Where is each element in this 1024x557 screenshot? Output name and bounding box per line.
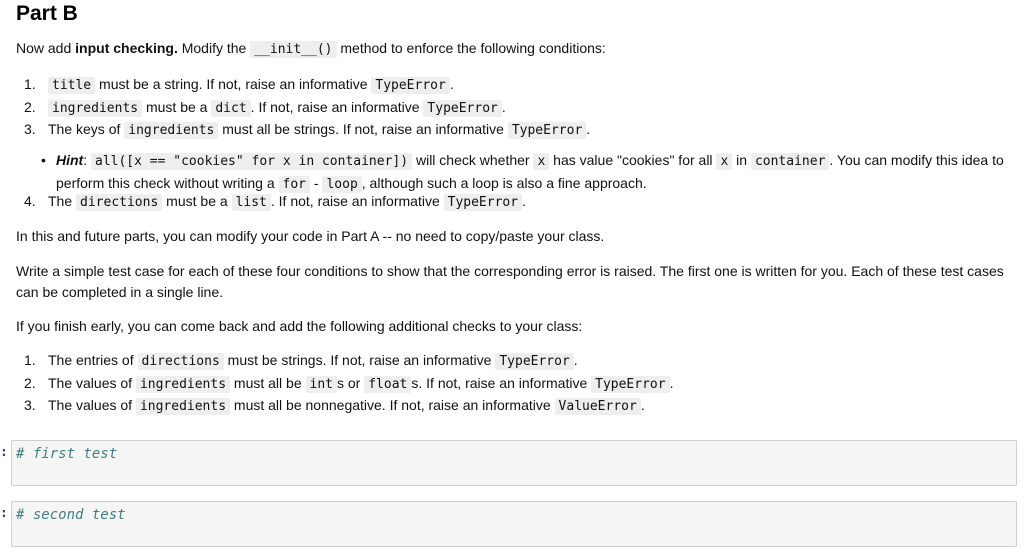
code-cell-second-test[interactable]: # second test: [11, 501, 1017, 547]
condition-item: 1. title must be a string. If not, raise …: [24, 76, 454, 94]
part-a-paragraph: In this and future parts, you can modify…: [16, 228, 605, 244]
conditions-list-continued: 4. The directions must be a list. If not,…: [24, 191, 526, 214]
bullet-icon: •: [41, 152, 46, 168]
extra-check-item: 1. The entries of directions must be stri…: [24, 352, 578, 370]
extra-checks-list: 1. The entries of directions must be stri…: [24, 350, 673, 418]
hint-bullet: • Hint: all([x == "cookies" for x in con…: [41, 152, 1004, 193]
intro-bold: input checking.: [75, 40, 178, 56]
section-heading: Part B: [16, 2, 78, 25]
condition-item: 4. The directions must be a list. If not,…: [24, 193, 526, 211]
code-comment[interactable]: # second test: [16, 507, 126, 523]
condition-item: 2. ingredients must be a dict. If not, ra…: [24, 98, 506, 117]
conditions-list: 1. title must be a string. If not, raise …: [24, 74, 590, 142]
code-cell-first-test[interactable]: # first test: [11, 440, 1017, 486]
init-code: __init__(): [250, 41, 337, 58]
cell-prompt: :: [0, 506, 8, 521]
extra-check-item: 2. The values of ingredients must all be …: [24, 374, 674, 393]
extra-check-item: 3. The values of ingredients must all be …: [24, 397, 645, 415]
hint-label: Hint: [56, 152, 84, 168]
cell-prompt: :: [0, 445, 8, 460]
code-comment[interactable]: # first test: [16, 446, 117, 462]
condition-item: 3. The keys of ingredients must all be st…: [24, 121, 591, 139]
extra-paragraph: If you finish early, you can come back a…: [16, 318, 583, 334]
hint-code: all([x == "cookies" for x in container]): [91, 153, 413, 170]
tests-paragraph: Write a simple test case for each of the…: [16, 263, 1004, 300]
intro-paragraph: Now add input checking. Modify the __ini…: [16, 40, 606, 58]
